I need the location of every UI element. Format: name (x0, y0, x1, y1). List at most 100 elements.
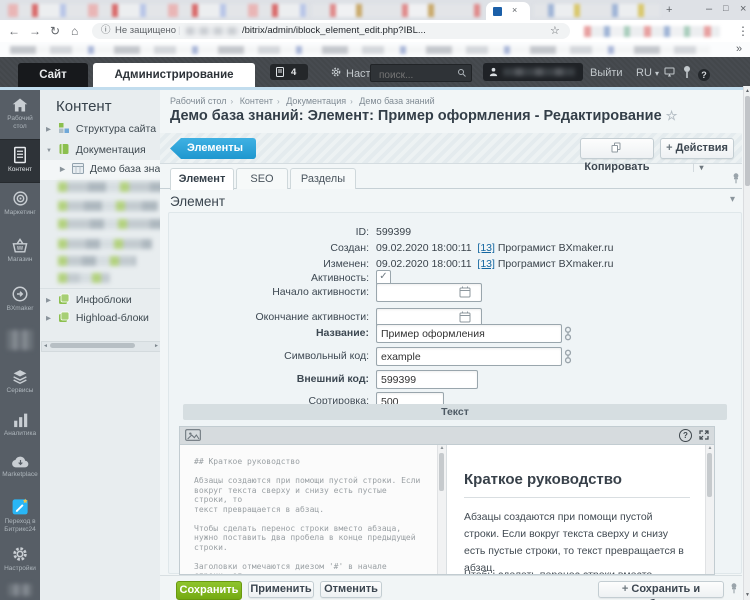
scroll-down-icon[interactable]: ▼ (744, 592, 750, 598)
notifications-icon (276, 67, 284, 77)
scrollbar-thumb[interactable] (745, 96, 750, 186)
save-button[interactable]: Сохранить (176, 581, 242, 600)
tab-sections[interactable]: Разделы (290, 168, 356, 189)
editor-source-text[interactable]: ## Краткое руководство Абзацы создаются … (194, 457, 424, 575)
page-scrollbar[interactable]: ▲ ▼ (743, 86, 750, 600)
sidebar-item-desktop[interactable]: Рабочий стол (0, 97, 40, 130)
pin-icon[interactable] (732, 172, 740, 185)
sidebar-item-content[interactable]: Контент (0, 139, 40, 183)
back-icon[interactable]: ← (8, 25, 20, 37)
tree-item-site-structure[interactable]: ▶ Структура сайта (46, 122, 156, 135)
calendar-icon[interactable] (459, 286, 471, 298)
scrollbar-thumb[interactable] (707, 453, 712, 497)
text-section-header[interactable]: Текст (183, 404, 727, 420)
preview-scrollbar[interactable]: ▲ (705, 445, 714, 574)
translit-chain-icon[interactable] (564, 349, 572, 364)
scrollbar-thumb[interactable] (439, 453, 444, 491)
basket-icon (11, 238, 29, 254)
sidebar-item-services[interactable]: Сервисы (0, 368, 40, 395)
translit-chain-icon[interactable] (564, 326, 572, 341)
save-and-add-button[interactable]: + Сохранить и добавить (598, 581, 724, 598)
field-label: Начало активности: (272, 286, 369, 298)
elements-back-button[interactable]: Элементы (170, 138, 256, 159)
user-chip[interactable] (483, 63, 583, 81)
breadcrumb-item[interactable]: Контент (240, 96, 273, 106)
pin-icon[interactable] (730, 582, 738, 595)
editor-source-pane[interactable]: ## Краткое руководство Абзацы создаются … (180, 445, 447, 574)
language-selector[interactable]: RU ▾ (636, 65, 659, 82)
notifications-button[interactable]: 4 (270, 64, 308, 80)
scrollbar-thumb[interactable] (50, 343, 135, 348)
browser-active-tab[interactable]: × (486, 2, 530, 20)
section-collapse-icon[interactable]: ▾ (730, 194, 735, 205)
book-icon (58, 143, 70, 155)
chevron-right-icon[interactable]: ▶ (46, 297, 51, 304)
chevron-right-icon[interactable]: ▶ (46, 315, 51, 322)
tree-item-highload[interactable]: ▶ Highload-блоки (46, 311, 149, 324)
search-icon[interactable] (457, 68, 467, 78)
tab-administration[interactable]: Администрирование (93, 63, 255, 87)
image-icon[interactable] (185, 429, 201, 441)
new-tab-icon[interactable]: + (666, 5, 672, 16)
sidebar-item-shop[interactable]: Магазин (0, 238, 40, 264)
name-input[interactable] (376, 324, 562, 343)
window-minimize-icon[interactable]: – (706, 4, 712, 15)
chevron-right-icon[interactable]: ▶ (46, 126, 51, 133)
forward-icon[interactable]: → (29, 25, 41, 37)
tree-item-documentation[interactable]: ▼ Документация (46, 143, 146, 156)
tree-item-infoblocks[interactable]: ▶ Инфоблоки (46, 293, 132, 306)
breadcrumb-item[interactable]: Документация (286, 96, 346, 106)
window-close-icon[interactable]: × (740, 4, 746, 15)
bookmark-star-icon[interactable]: ☆ (550, 23, 560, 39)
editor-help-icon[interactable]: ? (679, 429, 692, 442)
scroll-right-icon[interactable]: ► (154, 343, 159, 349)
blurred-rail-item (8, 584, 32, 596)
preview-paragraph: Абзацы создаются при помощи пустой строк… (464, 509, 690, 575)
copy-button[interactable]: Копировать (580, 138, 654, 159)
sidebar-item-bitrix24[interactable]: Переход в Битрикс24 (0, 497, 40, 533)
pin-icon[interactable] (682, 65, 692, 79)
scroll-left-icon[interactable]: ◄ (43, 343, 48, 349)
preview-divider (464, 497, 690, 498)
code-input[interactable] (376, 347, 562, 366)
window-maximize-icon[interactable]: □ (723, 4, 728, 13)
cancel-button[interactable]: Отменить (320, 581, 382, 598)
tab-site[interactable]: Сайт (18, 63, 88, 87)
chevron-right-icon[interactable]: ▶ (60, 166, 65, 173)
tab-seo[interactable]: SEO (236, 168, 288, 189)
logout-link[interactable]: Выйти (590, 65, 623, 81)
search-input[interactable] (377, 69, 455, 82)
apply-button[interactable]: Применить (248, 581, 314, 598)
scroll-up-icon[interactable]: ▲ (744, 88, 750, 94)
fullscreen-icon[interactable] (698, 429, 710, 441)
created-user-link[interactable]: [13] (477, 242, 495, 254)
tab-close-icon[interactable]: × (512, 6, 517, 15)
scroll-up-icon[interactable]: ▲ (438, 445, 446, 451)
monitor-icon[interactable] (663, 66, 676, 78)
breadcrumb-item[interactable]: Рабочий стол (170, 96, 227, 106)
breadcrumb-item[interactable]: Демо база знаний (359, 96, 434, 106)
actions-button[interactable]: + Действия ▾ (660, 138, 734, 159)
admin-search[interactable] (370, 64, 472, 82)
url-field[interactable]: ⓘ Не защищено | /bitrix/admin/iblock_ele… (92, 23, 570, 39)
field-label: Внешний код: (297, 373, 369, 385)
favorite-star-icon[interactable]: ☆ (666, 108, 678, 123)
sidebar-item-marketing[interactable]: Маркетинг (0, 190, 40, 217)
sidebar-item-bxmaker[interactable]: BXmaker (0, 285, 40, 313)
sidebar-item-analytics[interactable]: Аналитика (0, 412, 40, 438)
source-scrollbar[interactable]: ▲ (437, 445, 446, 574)
scroll-up-icon[interactable]: ▲ (706, 445, 714, 451)
sidebar-item-marketplace[interactable]: Marketplace (0, 454, 40, 479)
tree-hscrollbar[interactable]: ◄ ► (41, 341, 161, 352)
external-code-input[interactable] (376, 370, 478, 389)
browser-menu-icon[interactable]: ⋮ (737, 25, 749, 37)
info-icon[interactable]: ⓘ (101, 23, 111, 39)
reload-icon[interactable]: ↻ (50, 25, 60, 37)
home-browser-icon[interactable]: ⌂ (71, 25, 78, 37)
sidebar-item-settings[interactable]: Настройки (0, 545, 40, 573)
preview-paragraph: Чтобы сделать перенос строки вместо абза… (464, 567, 690, 575)
tab-element[interactable]: Элемент (170, 168, 234, 190)
calendar-icon[interactable] (459, 311, 471, 323)
bookmarks-overflow-icon[interactable]: » (736, 44, 742, 55)
chevron-down-icon[interactable]: ▼ (46, 148, 52, 154)
